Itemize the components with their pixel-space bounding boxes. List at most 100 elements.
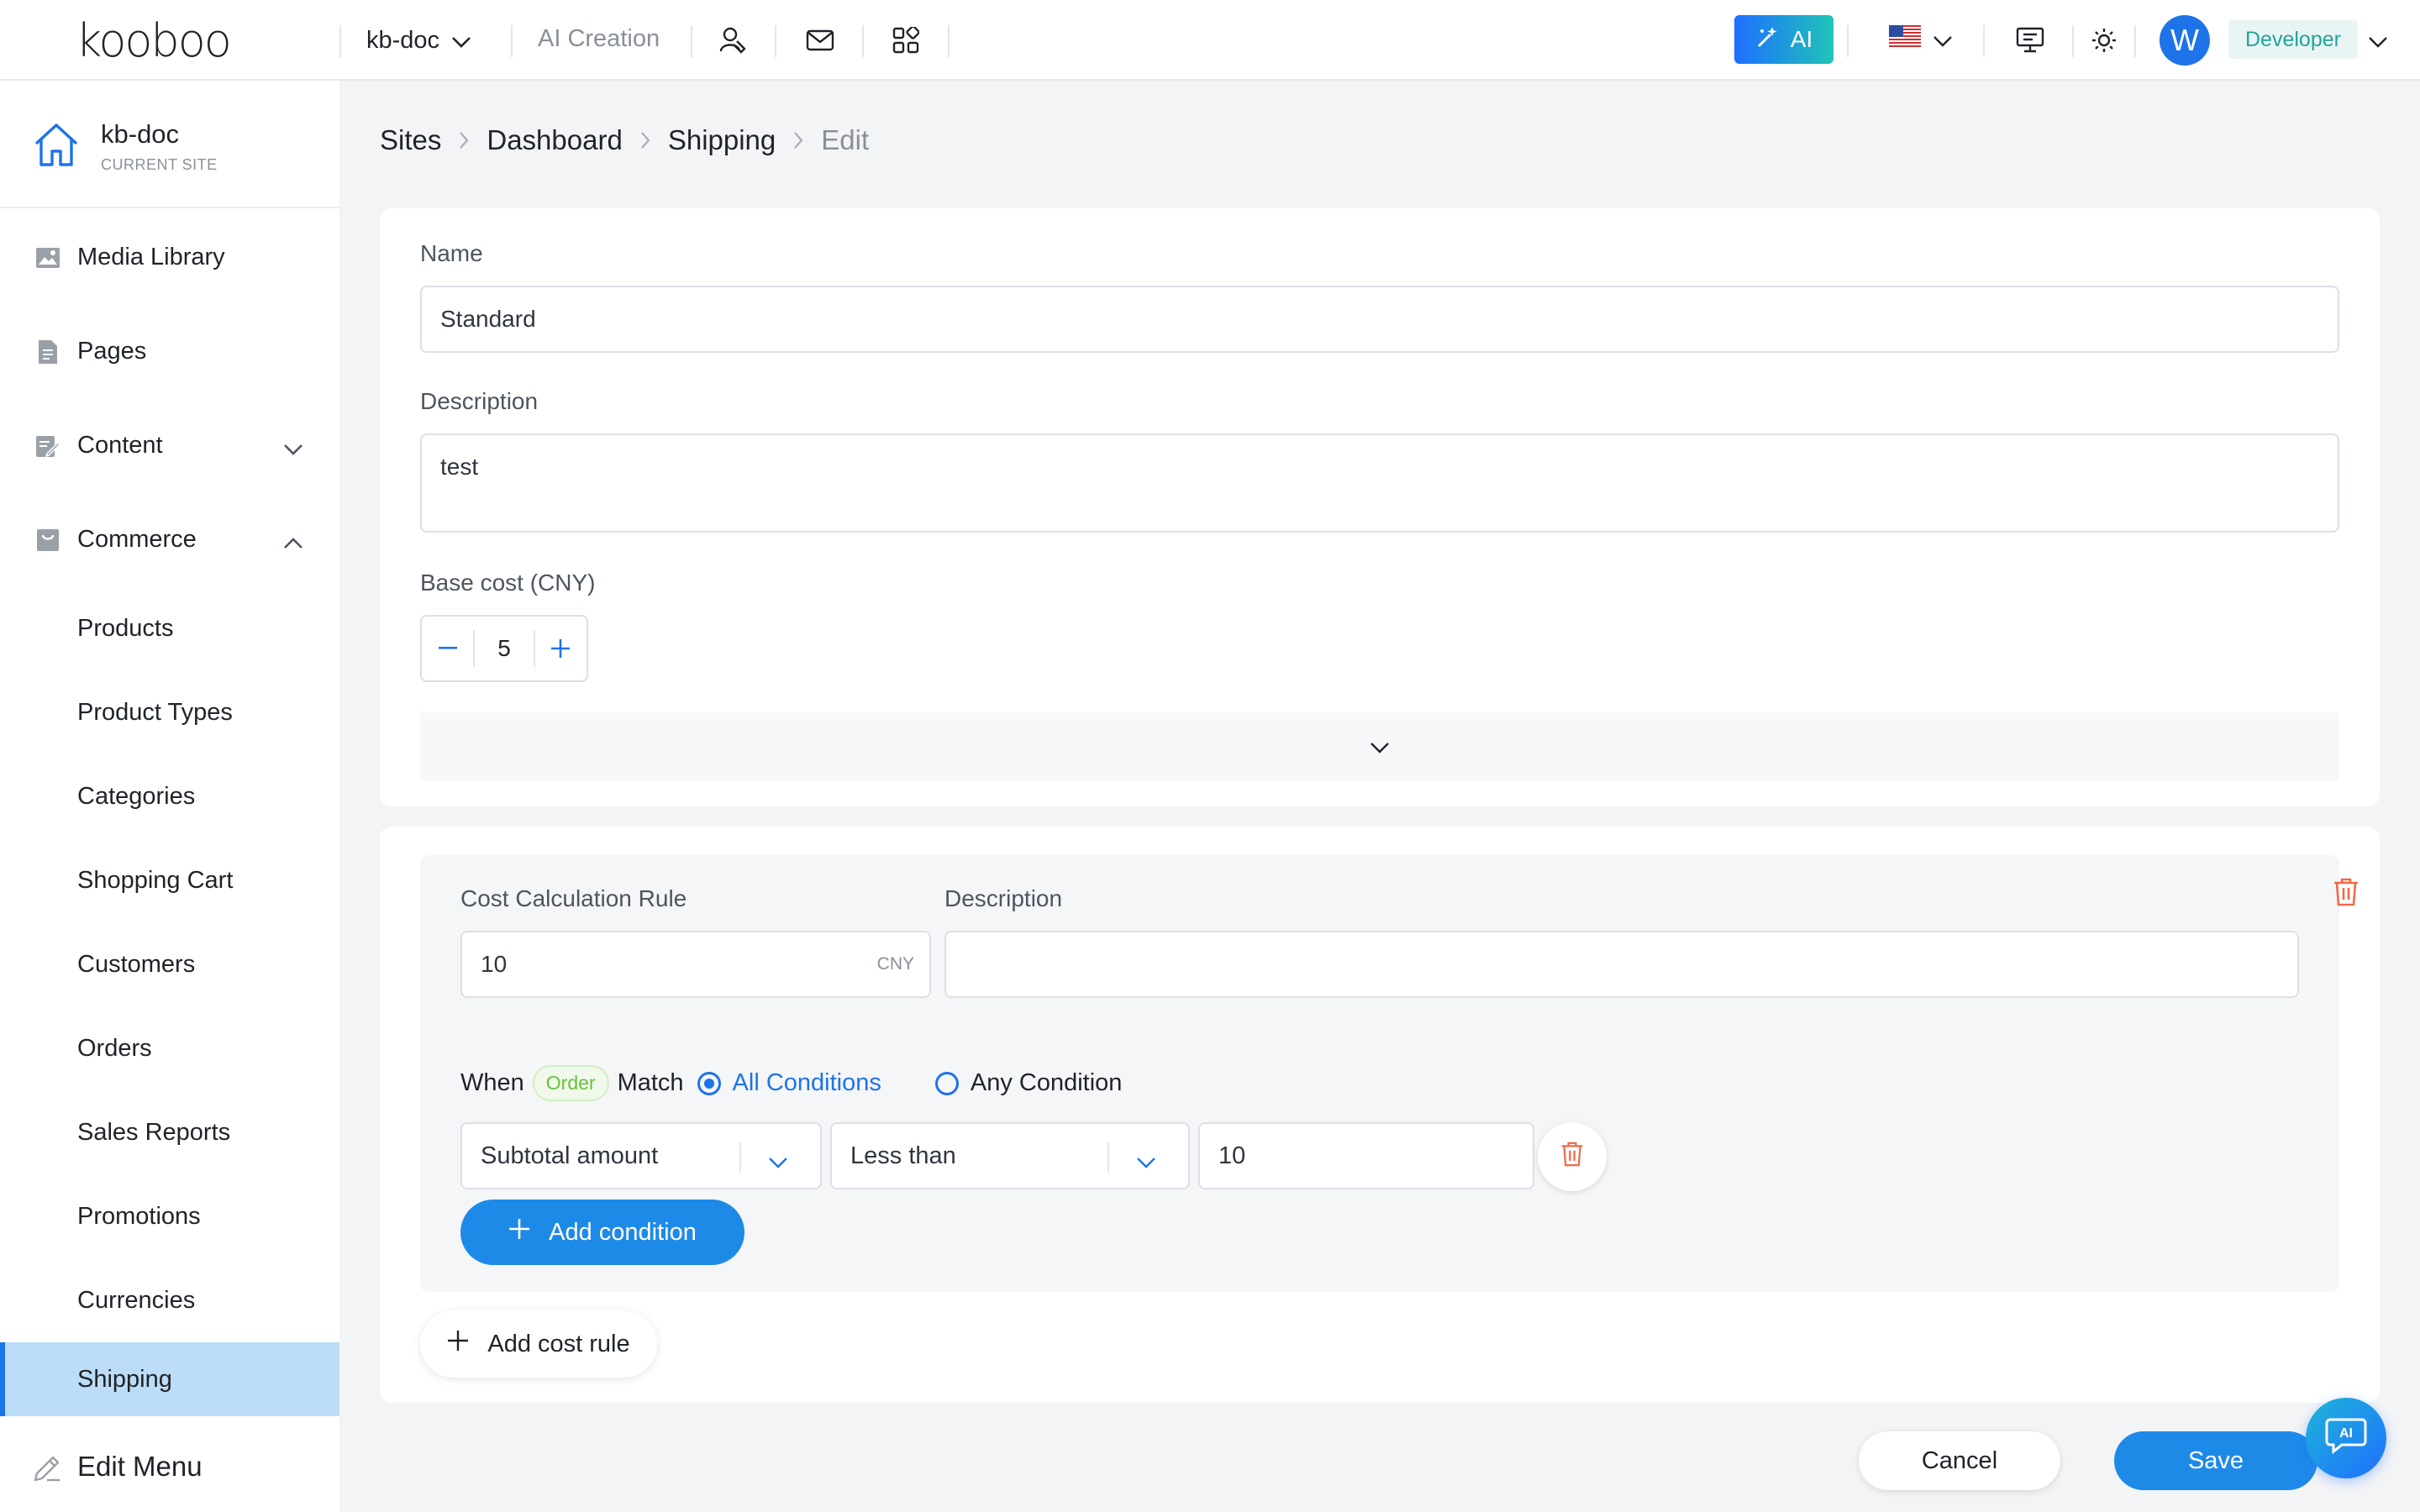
all-conditions-radio[interactable]: All Conditions <box>697 1069 881 1097</box>
logo-text: kooboo <box>76 13 232 67</box>
sidebar-item-label: Media Library <box>77 243 225 270</box>
sidebar-item-label: Shopping Cart <box>77 866 234 894</box>
sidebar-item-label: Commerce <box>77 525 197 553</box>
radio-checked-icon <box>697 1071 721 1095</box>
sidebar-item-categories[interactable]: Categories <box>0 759 339 833</box>
sidebar: kb-doc CURRENT SITE Media Library Pages … <box>0 81 339 1512</box>
chevron-down-icon <box>282 435 304 463</box>
role-badge[interactable]: Developer <box>2228 20 2358 59</box>
form-footer: Cancel Save <box>339 1403 2420 1512</box>
breadcrumb-dashboard[interactable]: Dashboard <box>487 124 622 156</box>
image-icon <box>35 245 60 270</box>
sidebar-item-sales-reports[interactable]: Sales Reports <box>0 1095 339 1169</box>
edit-menu-button[interactable]: Edit Menu <box>0 1421 339 1512</box>
users-icon[interactable] <box>716 24 750 57</box>
match-label: Match <box>617 1069 684 1096</box>
sidebar-item-product-types[interactable]: Product Types <box>0 675 339 749</box>
sidebar-item-orders[interactable]: Orders <box>0 1011 339 1085</box>
sidebar-item-pages[interactable]: Pages <box>0 314 339 388</box>
document-icon <box>35 339 60 365</box>
delete-rule-trash-icon[interactable] <box>2328 874 2365 911</box>
condition-value-input[interactable]: 10 <box>1198 1122 1534 1189</box>
divider <box>511 25 513 57</box>
sidebar-item-shopping-cart[interactable]: Shopping Cart <box>0 843 339 917</box>
site-selector[interactable]: kb-doc <box>366 22 471 59</box>
match-row: When Order Match All Conditions Any Cond… <box>460 1065 1122 1101</box>
increment-button[interactable] <box>535 617 587 680</box>
sidebar-item-label: Customers <box>77 950 196 978</box>
current-site-header[interactable]: kb-doc CURRENT SITE <box>0 81 339 208</box>
add-condition-label: Add condition <box>549 1218 697 1246</box>
divider <box>1847 25 1849 57</box>
base-cost-value[interactable]: 5 <box>473 630 535 667</box>
shopping-bag-icon <box>35 528 60 553</box>
add-cost-rule-label: Add cost rule <box>487 1330 630 1357</box>
divider <box>339 25 341 57</box>
sun-icon[interactable] <box>2087 24 2121 57</box>
trash-icon <box>1560 1141 1584 1173</box>
order-tag: Order <box>532 1065 609 1101</box>
cost-value-input[interactable]: 10 CNY <box>460 931 931 998</box>
description-textarea[interactable]: test <box>420 433 2339 533</box>
name-input[interactable]: Standard <box>420 286 2339 353</box>
sidebar-item-label: Promotions <box>77 1202 201 1230</box>
divider <box>2134 25 2136 57</box>
mail-icon[interactable] <box>803 24 837 57</box>
edit-document-icon <box>35 433 61 459</box>
rule-description-input[interactable] <box>944 931 2299 998</box>
sidebar-item-media-library[interactable]: Media Library <box>0 220 339 294</box>
decrement-button[interactable] <box>422 617 473 680</box>
chevron-right-icon <box>458 130 470 150</box>
language-selector[interactable] <box>1889 25 1953 53</box>
chevron-down-icon <box>1933 26 1953 53</box>
kooboo-logo[interactable]: kooboo <box>76 13 232 67</box>
apps-grid-icon[interactable] <box>889 24 923 57</box>
sidebar-item-shipping[interactable]: Shipping <box>0 1342 339 1416</box>
user-avatar[interactable]: W <box>2160 15 2210 66</box>
sidebar-item-commerce[interactable]: Commerce <box>0 502 339 576</box>
condition-operator-select[interactable]: Less than <box>830 1122 1190 1189</box>
save-button[interactable]: Save <box>2114 1431 2317 1490</box>
name-label: Name <box>420 240 483 266</box>
sidebar-item-label: Content <box>77 431 163 459</box>
sidebar-item-label: Categories <box>77 782 196 810</box>
cost-value: 10 <box>481 951 508 977</box>
divider <box>2072 25 2074 57</box>
breadcrumb-shipping[interactable]: Shipping <box>668 124 776 156</box>
sidebar-item-promotions[interactable]: Promotions <box>0 1179 339 1253</box>
pencil-icon <box>32 1453 62 1490</box>
divider <box>948 25 950 57</box>
radio-unchecked-icon <box>934 1071 959 1095</box>
sidebar-item-content[interactable]: Content <box>0 408 339 482</box>
any-condition-label: Any Condition <box>970 1069 1123 1096</box>
add-condition-button[interactable]: Add condition <box>460 1200 744 1265</box>
condition-field-select[interactable]: Subtotal amount <box>460 1122 822 1189</box>
shipping-basic-card: Name Standard Description test Base cost… <box>380 208 2380 806</box>
chevron-down-icon <box>451 27 471 55</box>
cancel-button[interactable]: Cancel <box>1859 1431 2060 1490</box>
sidebar-item-label: Sales Reports <box>77 1118 231 1146</box>
description-label: Description <box>420 388 539 414</box>
monitor-icon[interactable] <box>2013 24 2047 57</box>
ai-creation-link[interactable]: AI Creation <box>538 25 660 53</box>
chevron-up-icon <box>282 529 304 557</box>
ai-chat-button[interactable]: AI <box>2306 1398 2386 1478</box>
any-condition-radio[interactable]: Any Condition <box>934 1069 1123 1097</box>
current-site-name: kb-doc <box>101 119 180 149</box>
more-options-expander[interactable] <box>420 712 2339 781</box>
sidebar-item-products[interactable]: Products <box>0 591 339 665</box>
sidebar-item-label: Pages <box>77 337 147 365</box>
breadcrumb-sites[interactable]: Sites <box>380 124 441 156</box>
ai-button-label: AI <box>1790 26 1813 52</box>
chevron-down-icon[interactable] <box>2368 27 2388 54</box>
cost-rule-box: Cost Calculation Rule Description 10 CNY… <box>420 855 2358 1292</box>
sidebar-item-currencies[interactable]: Currencies <box>0 1263 339 1337</box>
sidebar-item-customers[interactable]: Customers <box>0 927 339 1001</box>
sidebar-item-label: Shipping <box>77 1365 172 1393</box>
divider <box>691 25 692 57</box>
delete-condition-button[interactable] <box>1538 1122 1607 1191</box>
chevron-right-icon <box>792 130 804 150</box>
us-flag-icon <box>1889 25 1921 53</box>
add-cost-rule-button[interactable]: Add cost rule <box>420 1310 657 1378</box>
ai-button[interactable]: AI <box>1734 15 1833 64</box>
